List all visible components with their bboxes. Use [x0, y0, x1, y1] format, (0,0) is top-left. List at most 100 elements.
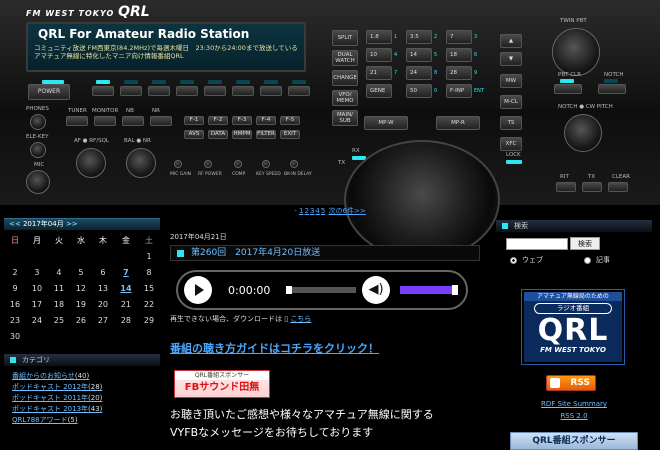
seek-handle[interactable]	[286, 286, 292, 294]
rss-icon[interactable]: RSS	[546, 375, 596, 391]
category-link[interactable]: QRL788アワード(5)	[12, 415, 160, 426]
control-button[interactable]: SPLIT	[332, 30, 358, 46]
band-key-button[interactable]: 50	[406, 84, 432, 98]
play-icon[interactable]	[184, 276, 212, 304]
next-page-link[interactable]: 次の6件>>	[329, 207, 366, 215]
seek-bar[interactable]	[286, 286, 356, 294]
mp-w-button[interactable]: MP-W	[364, 116, 408, 130]
page-link[interactable]: 1	[299, 207, 303, 215]
notch-button[interactable]	[598, 84, 626, 94]
band-key-button[interactable]: GENE	[366, 84, 392, 98]
tuner-button[interactable]	[66, 116, 88, 126]
twin-pbt-knob[interactable]	[552, 28, 600, 76]
function-key-button[interactable]: AVS	[184, 130, 204, 139]
page-link[interactable]: 5	[321, 207, 325, 215]
memory-button[interactable]: XFC	[500, 137, 522, 151]
rdf-link[interactable]: RDF Site Summary	[496, 400, 652, 408]
power-button[interactable]: POWER	[28, 84, 70, 100]
calendar-day-link[interactable]: 14	[114, 280, 138, 296]
f-key-button[interactable]: F-4	[256, 116, 276, 125]
page-link[interactable]: 2	[304, 207, 308, 215]
control-button[interactable]: MAIN/ SUB	[332, 110, 358, 126]
mp-r-button[interactable]: MP-R	[436, 116, 480, 130]
band-key-button[interactable]: 18	[446, 48, 472, 62]
function-key-button[interactable]: EXIT	[280, 130, 300, 139]
control-button[interactable]: DUAL WATCH	[332, 50, 358, 66]
memory-button[interactable]: TS	[500, 116, 522, 130]
calendar-day	[92, 328, 114, 344]
band-key-button[interactable]: 24	[406, 66, 432, 80]
band-key-button[interactable]: 1.8	[366, 30, 392, 44]
memory-button[interactable]: MW	[500, 74, 522, 88]
up-arrow-button[interactable]: ▲	[500, 34, 522, 48]
search-input[interactable]	[506, 238, 568, 250]
bal-nr-knob[interactable]	[126, 148, 156, 178]
memory-button[interactable]: M-CL	[500, 95, 522, 109]
category-link[interactable]: ポッドキャスト 2013年(43)	[12, 404, 160, 415]
calendar-day: 6	[100, 267, 106, 277]
band-key-button[interactable]: 28	[446, 66, 472, 80]
volume-handle[interactable]	[452, 285, 458, 295]
rit-tx-button[interactable]	[582, 182, 602, 192]
comp-knob[interactable]	[234, 160, 242, 168]
download-link[interactable]: こちら	[290, 315, 311, 323]
top-row-button[interactable]	[148, 86, 170, 96]
band-key-button[interactable]: F-INP	[446, 84, 472, 98]
mic-gain-knob[interactable]	[174, 160, 182, 168]
page-link[interactable]: 3	[310, 207, 314, 215]
f-key-button[interactable]: F-2	[208, 116, 228, 125]
control-button[interactable]: CHANGE	[332, 70, 358, 86]
top-row-button[interactable]	[92, 86, 114, 96]
rf-power-knob[interactable]	[204, 160, 212, 168]
radio-icon[interactable]	[510, 256, 517, 264]
top-row-button[interactable]	[204, 86, 226, 96]
top-row-button[interactable]	[260, 86, 282, 96]
category-link[interactable]: ポッドキャスト 2011年(20)	[12, 393, 160, 404]
page-link[interactable]: 4	[315, 207, 319, 215]
top-row-button[interactable]	[288, 86, 310, 96]
rit-button[interactable]	[556, 182, 576, 192]
nb-button[interactable]	[122, 116, 144, 126]
f-key-button[interactable]: F-5	[280, 116, 300, 125]
qrl-logo-banner[interactable]: アマチュア無線局のための ラジオ番組 QRL FM WEST TOKYO	[521, 289, 625, 365]
next-month-link[interactable]: >>	[66, 220, 78, 228]
category-link[interactable]: ポッドキャスト 2012年(28)	[12, 382, 160, 393]
category-link[interactable]: 番組からのお知らせ(40)	[12, 371, 160, 382]
volume-slider[interactable]	[400, 285, 458, 295]
pbt-clr-button[interactable]	[554, 84, 582, 94]
key-speed-knob[interactable]	[262, 160, 270, 168]
f-key-button[interactable]: F-1	[184, 116, 204, 125]
weekday-header: 日	[10, 235, 19, 245]
control-button[interactable]: VFO/ MEMO	[332, 90, 358, 106]
clear-button[interactable]	[608, 182, 628, 192]
monitor-button[interactable]	[94, 116, 116, 126]
f-key-button[interactable]: F-3	[232, 116, 252, 125]
listening-guide-link[interactable]: 番組の聴き方ガイドはコチラをクリック！	[170, 340, 480, 356]
calendar-day-link[interactable]: 7	[114, 264, 138, 280]
nr-button[interactable]	[150, 116, 172, 126]
top-row-button[interactable]	[176, 86, 198, 96]
prev-month-link[interactable]: <<	[9, 220, 21, 228]
band-key-button[interactable]: 14	[406, 48, 432, 62]
down-arrow-button[interactable]: ▼	[500, 52, 522, 66]
function-key-button[interactable]: DATA	[208, 130, 228, 139]
band-key-button[interactable]: 7	[446, 30, 472, 44]
sponsor-banner[interactable]: QRL番組スポンサー FBサウンド田無	[174, 370, 270, 398]
top-row-button[interactable]	[232, 86, 254, 96]
af-rfsql-knob[interactable]	[76, 148, 106, 178]
radio-icon[interactable]	[584, 256, 591, 264]
volume-icon[interactable]: ◀)	[362, 276, 390, 304]
search-option-web[interactable]: ウェブ	[510, 255, 543, 265]
top-row-button[interactable]	[120, 86, 142, 96]
bkin-delay-knob[interactable]	[290, 160, 298, 168]
function-key-button[interactable]: FILTER	[256, 130, 276, 139]
search-button[interactable]: 検索	[570, 237, 600, 250]
search-option-site[interactable]: 記事	[584, 255, 610, 265]
rss2-link[interactable]: RSS 2.0	[496, 412, 652, 420]
band-key-button[interactable]: 21	[366, 66, 392, 80]
band-key-button[interactable]: 3.5	[406, 30, 432, 44]
post-title[interactable]: 第260回 2017年4月20日放送	[170, 245, 480, 261]
notch-cw-pitch-knob[interactable]	[564, 114, 602, 152]
function-key-button[interactable]: HMPM	[232, 130, 252, 139]
band-key-button[interactable]: 10	[366, 48, 392, 62]
